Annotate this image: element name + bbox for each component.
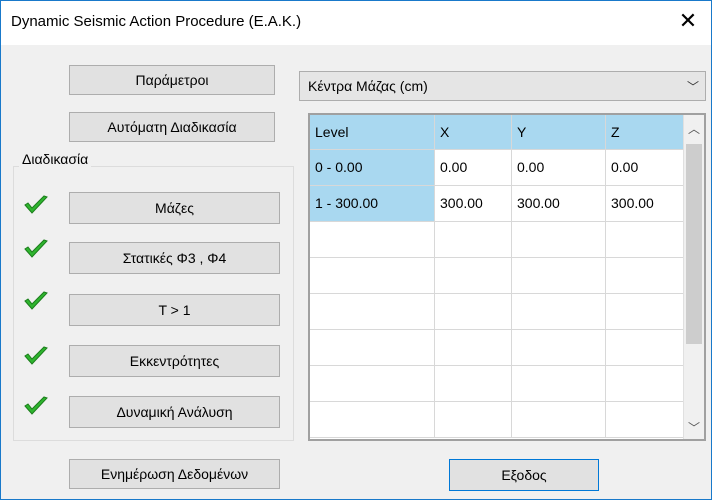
column-header-level[interactable]: Level bbox=[310, 115, 435, 150]
masses-check-icon bbox=[24, 195, 48, 214]
masses-button-label: Μάζες bbox=[155, 200, 194, 216]
empty-cell[interactable] bbox=[435, 402, 512, 438]
empty-cell[interactable] bbox=[435, 366, 512, 402]
row-1-y[interactable]: 300.00 bbox=[512, 186, 606, 222]
column-header-z[interactable]: Z bbox=[606, 115, 684, 150]
row-0-x[interactable]: 0.00 bbox=[435, 150, 512, 186]
view-select[interactable]: Κέντρα Μάζας (cm) ﹀ bbox=[299, 71, 706, 101]
empty-cell[interactable] bbox=[512, 222, 606, 258]
window-title: Dynamic Seismic Action Procedure (E.A.K.… bbox=[11, 13, 302, 30]
empty-cell[interactable] bbox=[512, 330, 606, 366]
exit-button[interactable]: Εξοδος bbox=[449, 459, 599, 491]
empty-cell[interactable] bbox=[512, 402, 606, 438]
dialog-window: Dynamic Seismic Action Procedure (E.A.K.… bbox=[0, 0, 712, 500]
empty-cell[interactable] bbox=[435, 294, 512, 330]
empty-cell[interactable] bbox=[310, 258, 435, 294]
parameters-button[interactable]: Παράμετροι bbox=[69, 65, 275, 95]
dynamic-analysis-button[interactable]: Δυναμική Ανάλυση bbox=[69, 396, 280, 428]
eccentricities-button-label: Εκκεντρότητες bbox=[129, 353, 220, 369]
update-data-button[interactable]: Ενημέρωση Δεδομένων bbox=[69, 459, 280, 489]
automatic-procedure-button-label: Αυτόματη Διαδικασία bbox=[107, 119, 237, 135]
row-1-x[interactable]: 300.00 bbox=[435, 186, 512, 222]
column-header-y[interactable]: Y bbox=[512, 115, 606, 150]
row-0-level[interactable]: 0 - 0.00 bbox=[310, 150, 435, 186]
empty-cell[interactable] bbox=[512, 294, 606, 330]
row-0-y[interactable]: 0.00 bbox=[512, 150, 606, 186]
empty-cell[interactable] bbox=[606, 366, 684, 402]
masses-button[interactable]: Μάζες bbox=[69, 192, 280, 224]
row-1-level[interactable]: 1 - 300.00 bbox=[310, 186, 435, 222]
scrollbar-thumb[interactable] bbox=[686, 144, 702, 344]
statics-button[interactable]: Στατικές Φ3 , Φ4 bbox=[69, 242, 280, 274]
update-data-button-label: Ενημέρωση Δεδομένων bbox=[100, 466, 249, 482]
statics-check-icon bbox=[24, 239, 48, 258]
empty-cell[interactable] bbox=[310, 402, 435, 438]
exit-button-label: Εξοδος bbox=[501, 467, 547, 483]
row-0-z[interactable]: 0.00 bbox=[606, 150, 684, 186]
empty-cell[interactable] bbox=[606, 222, 684, 258]
t-gt-1-button[interactable]: T > 1 bbox=[69, 294, 280, 326]
empty-cell[interactable] bbox=[435, 258, 512, 294]
scroll-down-icon[interactable]: ﹀ bbox=[684, 419, 704, 436]
empty-cell[interactable] bbox=[435, 330, 512, 366]
row-1-z[interactable]: 300.00 bbox=[606, 186, 684, 222]
column-header-x[interactable]: X bbox=[435, 115, 512, 150]
empty-cell[interactable] bbox=[606, 330, 684, 366]
statics-button-label: Στατικές Φ3 , Φ4 bbox=[122, 250, 227, 266]
t-gt-1-check-icon bbox=[24, 291, 48, 310]
view-select-value: Κέντρα Μάζας (cm) bbox=[308, 78, 428, 94]
empty-cell[interactable] bbox=[310, 222, 435, 258]
empty-cell[interactable] bbox=[606, 294, 684, 330]
title-bar: Dynamic Seismic Action Procedure (E.A.K.… bbox=[1, 1, 711, 45]
eccentricities-check-icon bbox=[24, 346, 48, 365]
empty-cell[interactable] bbox=[310, 366, 435, 402]
scroll-up-icon[interactable]: ︿ bbox=[684, 120, 704, 137]
eccentricities-button[interactable]: Εκκεντρότητες bbox=[69, 345, 280, 377]
empty-cell[interactable] bbox=[512, 366, 606, 402]
procedure-group-label: Διαδικασία bbox=[19, 151, 92, 167]
vertical-scrollbar[interactable]: ︿ ﹀ bbox=[683, 115, 704, 439]
empty-cell[interactable] bbox=[310, 294, 435, 330]
chevron-down-icon: ﹀ bbox=[686, 80, 699, 94]
close-icon[interactable]: ✕ bbox=[665, 1, 711, 45]
t-gt-1-button-label: T > 1 bbox=[158, 302, 191, 318]
empty-cell[interactable] bbox=[310, 330, 435, 366]
automatic-procedure-button[interactable]: Αυτόματη Διαδικασία bbox=[69, 112, 275, 142]
parameters-button-label: Παράμετροι bbox=[135, 72, 209, 88]
empty-cell[interactable] bbox=[435, 222, 512, 258]
empty-cell[interactable] bbox=[606, 402, 684, 438]
dynamic-analysis-check-icon bbox=[24, 396, 48, 415]
empty-cell[interactable] bbox=[512, 258, 606, 294]
data-grid[interactable]: Level X Y Z 0 - 0.00 0.00 0.00 0.00 1 - … bbox=[308, 113, 706, 441]
empty-cell[interactable] bbox=[606, 258, 684, 294]
dynamic-analysis-button-label: Δυναμική Ανάλυση bbox=[116, 404, 233, 420]
